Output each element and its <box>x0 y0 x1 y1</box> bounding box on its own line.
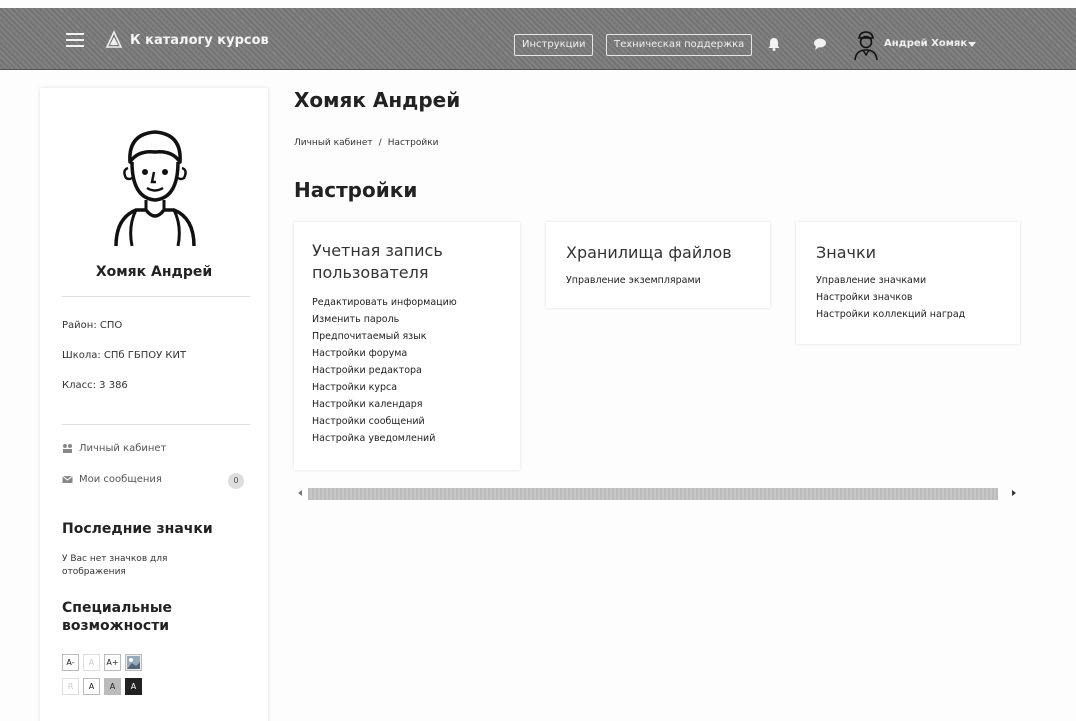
link-notification-settings[interactable]: Настройка уведомлений <box>312 432 502 445</box>
scheme-dark-button[interactable]: A <box>125 678 142 695</box>
font-decrease-button[interactable]: A- <box>62 654 79 671</box>
link-preferred-language[interactable]: Предпочитаемый язык <box>312 330 502 343</box>
user-menu-name[interactable]: Андрей Хомяк <box>884 38 967 49</box>
font-reset-button[interactable]: A <box>83 654 100 671</box>
link-course-settings[interactable]: Настройки курса <box>312 381 502 394</box>
page-title: Хомяк Андрей <box>294 88 461 112</box>
profile-avatar-icon <box>114 130 196 247</box>
divider <box>62 296 250 297</box>
support-button[interactable]: Техническая поддержка <box>606 34 753 56</box>
chevron-down-icon[interactable] <box>968 42 976 47</box>
settings-heading: Настройки <box>294 178 418 202</box>
sidebar-item-messages[interactable]: Мои сообщения <box>62 474 162 485</box>
badges-heading: Последние значки <box>62 521 213 537</box>
link-editor-settings[interactable]: Настройки редактора <box>312 364 502 377</box>
brand-logo-icon <box>105 30 123 48</box>
sidebar-item-label: Личный кабинет <box>79 443 167 454</box>
scheme-white-button[interactable]: A <box>83 678 100 695</box>
card-links: Редактировать информацию Изменить пароль… <box>312 296 502 445</box>
link-badge-settings[interactable]: Настройки значков <box>816 291 1000 304</box>
card-links: Управление экземплярами <box>566 274 750 287</box>
card-title: Учетная запись пользователя <box>312 241 443 282</box>
school-info: Школа: СПб ГБПОУ КИТ <box>62 350 187 361</box>
link-calendar-settings[interactable]: Настройки календаря <box>312 398 502 411</box>
top-navbar: К каталогу курсов Инструкции Техническая… <box>0 8 1076 70</box>
scheme-grey-button[interactable]: A <box>104 678 121 695</box>
profile-sidebar: Хомяк Андрей Район: СПО Школа: СПб ГБПОУ… <box>40 88 268 721</box>
breadcrumb-home-link[interactable]: Личный кабинет <box>294 138 373 148</box>
horizontal-scrollbar[interactable] <box>308 488 998 500</box>
envelope-icon <box>62 475 73 483</box>
scheme-reset-button[interactable]: R <box>62 678 79 695</box>
catalog-link[interactable]: К каталогу курсов <box>130 33 269 48</box>
sidebar-item-cabinet[interactable]: Личный кабинет <box>62 443 166 454</box>
chat-icon[interactable] <box>812 36 828 52</box>
bell-icon[interactable] <box>766 36 782 52</box>
nav-left: К каталогу курсов <box>66 30 269 50</box>
scroll-right-arrow-icon[interactable] <box>1012 490 1016 496</box>
dashboard-icon <box>63 444 72 453</box>
account-card: Учетная запись пользователя Редактироват… <box>294 222 520 470</box>
scroll-left-arrow-icon[interactable] <box>298 490 302 496</box>
breadcrumb: Личный кабинет / Настройки <box>294 138 439 148</box>
breadcrumb-current: Настройки <box>387 138 439 148</box>
district-info: Район: СПО <box>62 320 123 331</box>
divider <box>62 424 250 425</box>
messages-count-badge: 0 <box>228 473 244 489</box>
badges-card: Значки Управление значками Настройки зна… <box>796 222 1020 344</box>
card-links: Управление значками Настройки значков На… <box>816 274 1000 321</box>
file-storage-card: Хранилища файлов Управление экземплярами <box>546 222 770 308</box>
link-change-password[interactable]: Изменить пароль <box>312 313 502 326</box>
link-manage-badges[interactable]: Управление значками <box>816 274 1000 287</box>
page: К каталогу курсов Инструкции Техническая… <box>0 0 1076 721</box>
card-title: Значки <box>816 243 877 262</box>
user-avatar-icon[interactable] <box>852 29 880 61</box>
link-message-settings[interactable]: Настройки сообщений <box>312 415 502 428</box>
instructions-button[interactable]: Инструкции <box>514 34 594 56</box>
sidebar-item-label: Мои сообщения <box>79 474 162 485</box>
link-edit-profile[interactable]: Редактировать информацию <box>312 296 502 309</box>
link-manage-instances[interactable]: Управление экземплярами <box>566 274 750 287</box>
link-award-collections[interactable]: Настройки коллекций наград <box>816 308 1000 321</box>
breadcrumb-separator: / <box>378 138 382 148</box>
color-scheme-controls: R A A A <box>62 678 142 695</box>
images-toggle-icon[interactable] <box>125 654 142 671</box>
badges-empty-text: У Вас нет значков для отображения <box>62 554 168 577</box>
font-increase-button[interactable]: A+ <box>104 654 121 671</box>
link-forum-settings[interactable]: Настройки форума <box>312 347 502 360</box>
class-info: Класс: 3 386 <box>62 380 128 391</box>
accessibility-heading: Специальные возможности <box>62 600 173 634</box>
menu-toggle-icon[interactable] <box>66 33 84 47</box>
profile-name: Хомяк Андрей <box>95 264 213 280</box>
font-size-controls: A- A A+ <box>62 654 142 671</box>
card-title: Хранилища файлов <box>566 243 732 262</box>
